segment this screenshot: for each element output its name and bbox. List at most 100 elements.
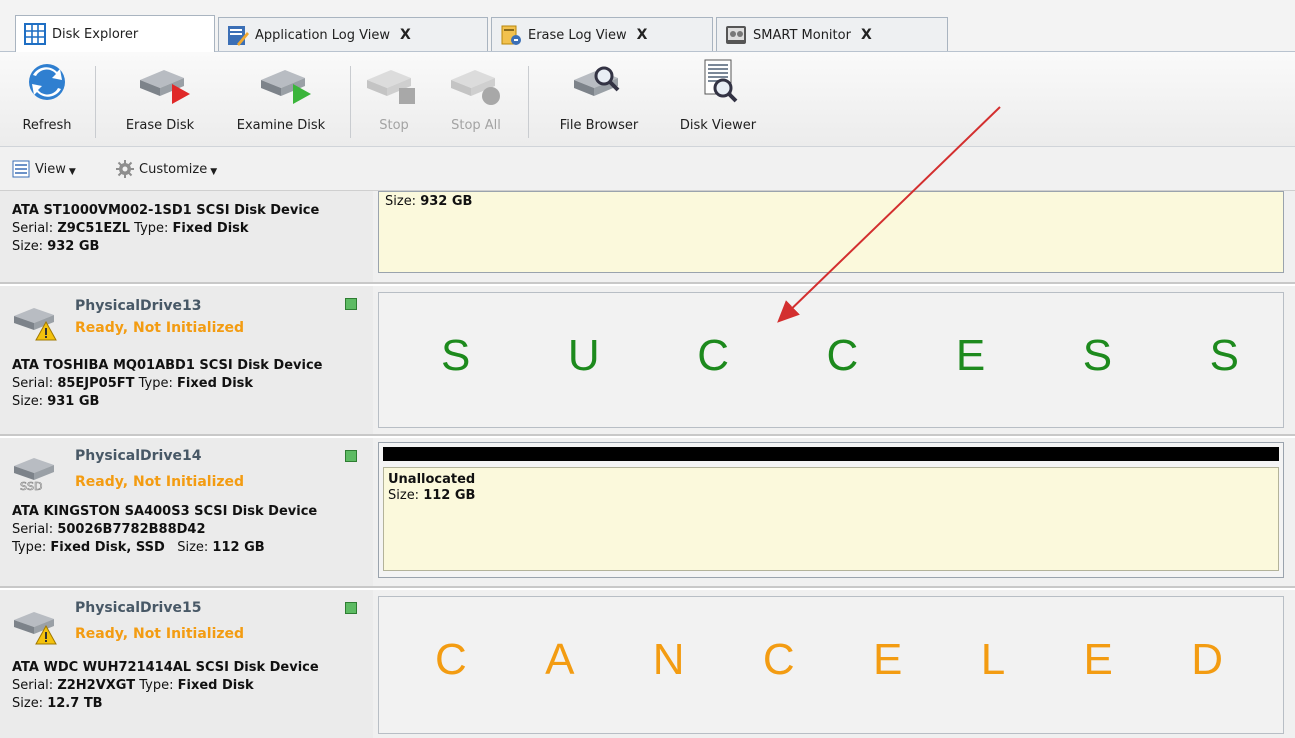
file-browser-icon: [568, 58, 630, 110]
tab-label: Erase Log View: [528, 27, 627, 43]
disk-viewer-icon: [687, 58, 749, 110]
type-label: Type:: [134, 221, 169, 236]
customize-menu-button[interactable]: Customize ▼: [116, 160, 217, 178]
stop-label: Stop: [379, 118, 409, 133]
tab-disk-explorer[interactable]: Disk Explorer: [15, 15, 215, 52]
disk-row-physicaldrive13[interactable]: PhysicalDrive13 Ready, Not Initialized A…: [0, 286, 1295, 436]
size-label: Size:: [385, 194, 417, 209]
drive-model: ATA KINGSTON SA400S3 SCSI Disk Device: [12, 504, 318, 519]
smart-monitor-icon: [725, 24, 747, 46]
tab-label: Application Log View: [255, 27, 390, 43]
tab-label: Disk Explorer: [52, 26, 139, 42]
close-icon[interactable]: X: [861, 27, 872, 43]
erase-disk-icon: [134, 58, 196, 110]
disk-info: PhysicalDrive15 Ready, Not Initialized A…: [0, 590, 373, 738]
chevron-down-icon: ▼: [68, 167, 76, 177]
main-toolbar: Refresh Erase Disk Examine Disk Stop Sto…: [0, 52, 1295, 147]
status-led: [345, 298, 357, 310]
result-letter: E: [873, 635, 903, 684]
tab-smart-monitor[interactable]: SMART Monitor X: [716, 17, 948, 52]
file-browser-button[interactable]: File Browser: [543, 58, 655, 142]
partition-size: Size: 932 GB: [385, 194, 472, 209]
tab-application-log-view[interactable]: Application Log View X: [218, 17, 488, 52]
serial-value: Z9C51EZL: [57, 221, 131, 236]
type-value: Fixed Disk: [177, 376, 254, 391]
type-value: Fixed Disk: [177, 678, 254, 693]
serial-label: Serial:: [12, 678, 54, 693]
result-letter: N: [652, 635, 685, 684]
toolbar-separator: [350, 66, 351, 138]
drive-status: Ready, Not Initialized: [75, 474, 245, 490]
view-menu-button[interactable]: View ▼: [12, 160, 76, 178]
serial-label: Serial:: [12, 221, 54, 236]
view-label: View: [35, 161, 66, 177]
ssd-icon: SSD: [10, 450, 66, 493]
stop-all-icon: [445, 58, 507, 110]
close-icon[interactable]: X: [400, 27, 411, 43]
drive-size: Size: 932 GB: [12, 239, 99, 254]
size-label: Size:: [12, 696, 44, 711]
drive-size: Size: 12.7 TB: [12, 696, 103, 711]
status-led: [345, 602, 357, 614]
drive-name: PhysicalDrive14: [75, 448, 202, 464]
examine-disk-icon: [255, 58, 317, 110]
drive-size: Size: 931 GB: [12, 394, 99, 409]
size-value: 932 GB: [47, 239, 100, 254]
drive-model: ATA TOSHIBA MQ01ABD1 SCSI Disk Device: [12, 358, 323, 373]
disk-row-physicaldrive15[interactable]: PhysicalDrive15 Ready, Not Initialized A…: [0, 590, 1295, 738]
erase-disk-button[interactable]: Erase Disk: [110, 58, 210, 142]
type-label: Type:: [139, 678, 174, 693]
result-panel[interactable]: CANCELED: [378, 596, 1284, 734]
size-value: 112 GB: [212, 540, 265, 555]
tab-strip: Disk Explorer Application Log View X Era…: [0, 0, 1295, 52]
result-letter: D: [1191, 635, 1223, 684]
toolbar-separator: [95, 66, 96, 138]
serial-label: Serial:: [12, 522, 54, 537]
disk-viewer-label: Disk Viewer: [679, 118, 757, 133]
examine-disk-button[interactable]: Examine Disk: [222, 58, 340, 142]
serial-value: 50026B7782B88D42: [57, 522, 206, 537]
serial-value: Z2H2VXGT: [57, 678, 136, 693]
hard-drive-warning-icon: [10, 300, 66, 342]
customize-label: Customize: [139, 161, 208, 177]
stop-all-button[interactable]: Stop All: [438, 58, 514, 142]
disk-row-physicaldrive14[interactable]: SSD PhysicalDrive14 Ready, Not Initializ…: [0, 438, 1295, 588]
disk-info: PhysicalDrive13 Ready, Not Initialized A…: [0, 286, 373, 434]
disk-list: ATA ST1000VM002-1SD1 SCSI Disk Device Se…: [0, 191, 1295, 738]
refresh-button[interactable]: Refresh: [12, 58, 82, 142]
size-label: Size:: [388, 488, 420, 503]
type-value: Fixed Disk, SSD: [50, 540, 165, 555]
close-icon[interactable]: X: [637, 27, 648, 43]
disk-row-physicaldrive12[interactable]: ATA ST1000VM002-1SD1 SCSI Disk Device Se…: [0, 191, 1295, 284]
unallocated-label: Unallocated: [388, 472, 476, 487]
examine-disk-label: Examine Disk: [236, 118, 326, 133]
disk-viewer-button[interactable]: Disk Viewer: [666, 58, 770, 142]
drive-name: PhysicalDrive15: [75, 600, 202, 616]
size-label: Size:: [12, 394, 44, 409]
size-label: Size:: [177, 540, 209, 555]
result-letter: S: [1209, 331, 1239, 380]
result-letter: C: [435, 635, 467, 684]
stop-button[interactable]: Stop: [364, 58, 424, 142]
size-label: Size:: [12, 239, 44, 254]
partition-panel[interactable]: Unallocated Size: 112 GB: [378, 442, 1284, 578]
drive-status: Ready, Not Initialized: [75, 626, 245, 642]
type-value: Fixed Disk: [172, 221, 249, 236]
result-letter: E: [955, 331, 986, 380]
partition-panel[interactable]: Size: 932 GB: [378, 191, 1284, 273]
drive-serial-type: Serial: 85EJP05FT Type: Fixed Disk: [12, 376, 253, 391]
drive-name: PhysicalDrive13: [75, 298, 202, 314]
tab-erase-log-view[interactable]: Erase Log View X: [491, 17, 713, 52]
drive-serial-type: Serial: Z2H2VXGT Type: Fixed Disk: [12, 678, 254, 693]
size-value: 931 GB: [47, 394, 100, 409]
result-panel[interactable]: SUCCESS: [378, 292, 1284, 428]
unallocated-region[interactable]: Unallocated Size: 112 GB: [383, 467, 1279, 571]
type-label: Type:: [138, 376, 173, 391]
stop-all-label: Stop All: [451, 118, 501, 133]
hard-drive-warning-icon: [10, 604, 66, 646]
partition-bar: [383, 447, 1279, 461]
result-letter: S: [441, 331, 471, 380]
grid-icon: [24, 23, 46, 45]
view-icon: [12, 160, 30, 178]
view-bar: View ▼ Customize ▼: [0, 147, 1295, 191]
